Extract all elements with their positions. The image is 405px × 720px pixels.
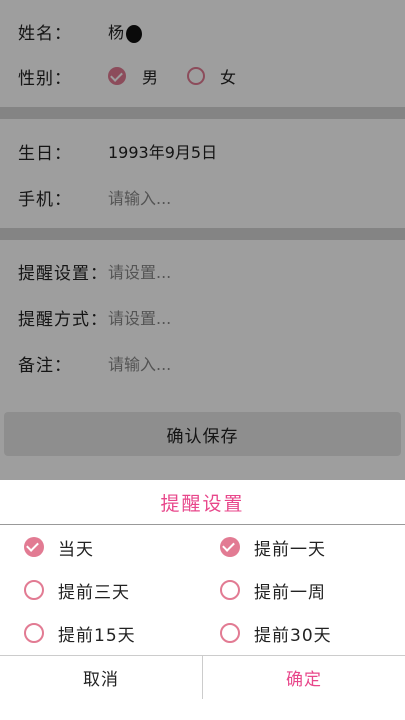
- option-15-days-before[interactable]: 提前15天: [24, 613, 136, 653]
- circle-icon: [24, 623, 44, 643]
- option-label: 当天: [58, 539, 94, 560]
- option-label: 提前30天: [254, 625, 332, 646]
- option-30-days-before[interactable]: 提前30天: [220, 613, 332, 653]
- option-label: 提前一天: [254, 539, 326, 560]
- confirm-button[interactable]: 确定: [203, 656, 405, 699]
- modal-overlay[interactable]: [0, 0, 405, 480]
- circle-icon: [24, 580, 44, 600]
- option-same-day[interactable]: 当天: [24, 527, 94, 567]
- option-label: 提前一周: [254, 582, 326, 603]
- option-three-days-before[interactable]: 提前三天: [24, 570, 130, 610]
- option-one-week-before[interactable]: 提前一周: [220, 570, 326, 610]
- cancel-button[interactable]: 取消: [0, 656, 203, 699]
- option-one-day-before[interactable]: 提前一天: [220, 527, 326, 567]
- option-label: 提前三天: [58, 582, 130, 603]
- dialog-title: 提醒设置: [0, 480, 405, 525]
- option-label: 提前15天: [58, 625, 136, 646]
- check-circle-icon: [24, 537, 44, 557]
- circle-icon: [220, 580, 240, 600]
- check-circle-icon: [220, 537, 240, 557]
- circle-icon: [220, 623, 240, 643]
- dialog-actions: 取消 确定: [0, 655, 405, 699]
